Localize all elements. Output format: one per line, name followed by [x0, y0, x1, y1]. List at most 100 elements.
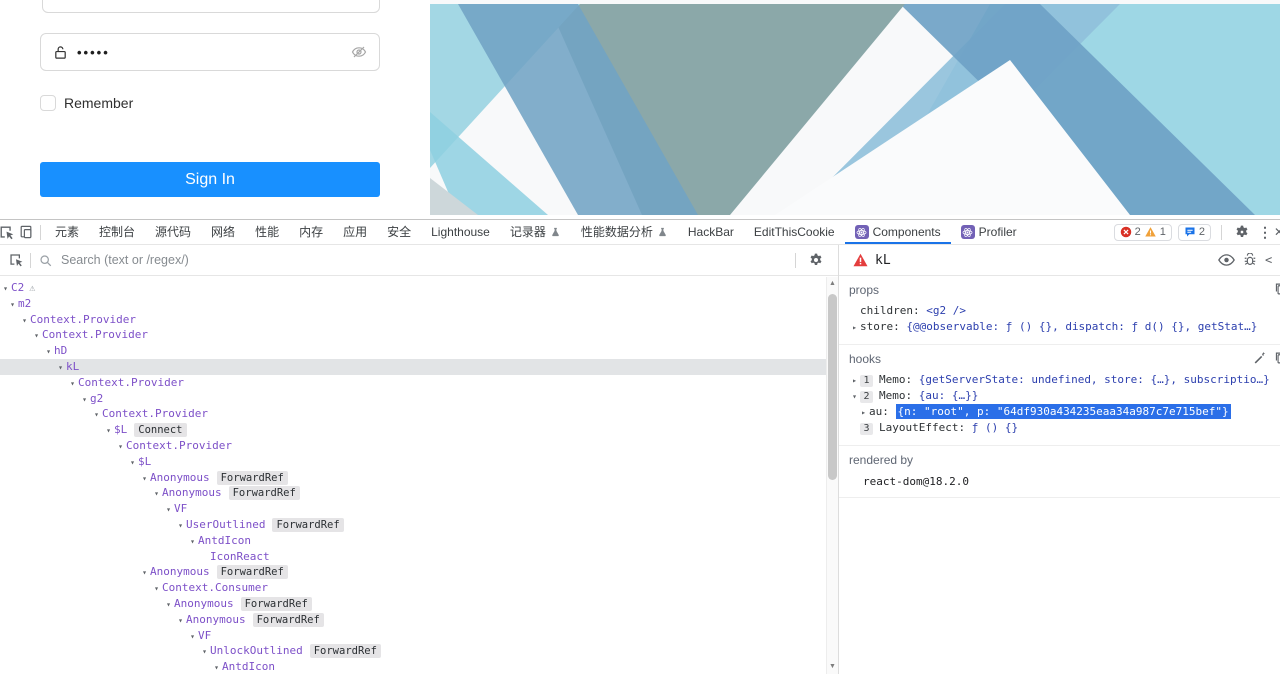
expand-arrow-icon[interactable]: ▸	[858, 405, 869, 420]
issues-badge[interactable]: 2 1	[1114, 224, 1172, 241]
eye-invisible-icon[interactable]	[351, 44, 367, 60]
tree-row[interactable]: ▾$L	[0, 454, 838, 470]
tree-row[interactable]: ▾UserOutlinedForwardRef	[0, 517, 838, 533]
devtools-tab[interactable]: Lighthouse	[421, 220, 500, 244]
expand-arrow-icon[interactable]: ▸	[849, 373, 860, 388]
tree-row[interactable]: ▾Context.Provider	[0, 327, 838, 343]
tree-row[interactable]: ▾hD	[0, 343, 838, 359]
tree-row[interactable]: ▾AnonymousForwardRef	[0, 564, 838, 580]
tree-row[interactable]: ▾g2	[0, 391, 838, 407]
hook-row[interactable]: ▸au: {n: "root", p: "64df930a434235eaa34…	[849, 404, 1280, 420]
expand-arrow-icon[interactable]: ▾	[175, 518, 186, 534]
tree-row[interactable]: ▾AnonymousForwardRef	[0, 596, 838, 612]
tree-row[interactable]: ▾AnonymousForwardRef	[0, 612, 838, 628]
devtools-tab[interactable]: HackBar	[678, 220, 744, 244]
device-toolbar-icon[interactable]	[16, 220, 36, 244]
magic-wand-icon[interactable]	[1253, 351, 1266, 365]
tree-row[interactable]: ▾AnonymousForwardRef	[0, 470, 838, 486]
messages-badge[interactable]: 2	[1178, 224, 1211, 241]
copy-icon[interactable]	[1274, 282, 1280, 296]
tree-row[interactable]: ▾C2⚠	[0, 280, 838, 296]
remember-checkbox[interactable]	[40, 95, 56, 111]
tree-row[interactable]: IconReact	[0, 549, 838, 565]
expand-arrow-icon[interactable]: ▾	[199, 644, 210, 660]
expand-arrow-icon[interactable]: ▾	[127, 455, 138, 471]
expand-arrow-icon[interactable]: ▾	[103, 423, 114, 439]
hook-row[interactable]: 3LayoutEffect: ƒ () {}	[849, 420, 1280, 436]
components-settings-gear-icon[interactable]	[806, 248, 826, 272]
devtools-tab[interactable]: 元素	[45, 220, 89, 244]
search-input[interactable]	[61, 253, 791, 267]
devtools-tab[interactable]: Components	[845, 220, 951, 244]
devtools-tab[interactable]: 记录器	[500, 220, 571, 244]
copy-icon[interactable]	[1274, 351, 1280, 365]
tree-row[interactable]: ▾VF	[0, 501, 838, 517]
expand-arrow-icon[interactable]: ▾	[43, 344, 54, 360]
expand-arrow-icon[interactable]: ▸	[849, 320, 860, 335]
tree-row[interactable]: ▾UnlockOutlinedForwardRef	[0, 643, 838, 659]
inspect-element-icon[interactable]	[0, 220, 16, 244]
devtools-tab[interactable]: 性能	[245, 220, 289, 244]
devtools-tab[interactable]: 安全	[377, 220, 421, 244]
expand-arrow-icon[interactable]: ▾	[163, 502, 174, 518]
tree-row[interactable]: ▾$LConnect	[0, 422, 838, 438]
tree-row[interactable]: ▾AnonymousForwardRef	[0, 485, 838, 501]
hook-row[interactable]: ▸1Memo: {getServerState: undefined, stor…	[849, 372, 1280, 388]
expand-arrow-icon[interactable]: ▾	[151, 581, 162, 597]
tree-row[interactable]: ▾AntdIcon	[0, 659, 838, 673]
view-source-icon[interactable]: <>	[1265, 253, 1272, 267]
devtools-tab[interactable]: 控制台	[89, 220, 145, 244]
expand-arrow-icon[interactable]: ▾	[55, 360, 66, 376]
tree-row[interactable]: ▾Context.Provider	[0, 406, 838, 422]
tree-row[interactable]: ▾Context.Provider	[0, 438, 838, 454]
tree-row[interactable]: ▾Context.Consumer	[0, 580, 838, 596]
devtools-tab[interactable]: 应用	[333, 220, 377, 244]
expand-arrow-icon[interactable]: ▾	[19, 313, 30, 329]
tree-row[interactable]: ▾Context.Provider	[0, 312, 838, 328]
renderer-version[interactable]: react-dom@18.2.0	[849, 475, 1280, 488]
expand-arrow-icon[interactable]: ▾	[139, 565, 150, 581]
password-input[interactable]: •••••	[40, 33, 380, 71]
expand-arrow-icon[interactable]: ▾	[79, 392, 90, 408]
expand-arrow-icon[interactable]: ▾	[139, 471, 150, 487]
tree-scrollbar[interactable]: ▲ ▼	[826, 277, 838, 674]
expand-arrow-icon[interactable]: ▾	[115, 439, 126, 455]
expand-arrow-icon[interactable]: ▾	[175, 613, 186, 629]
devtools-tab[interactable]: 性能数据分析	[571, 220, 678, 244]
expand-arrow-icon[interactable]: ▾	[187, 534, 198, 550]
devtools-tab[interactable]: 网络	[201, 220, 245, 244]
devtools-tab[interactable]: 源代码	[145, 220, 201, 244]
close-icon[interactable]: ✕	[1274, 225, 1280, 239]
tree-row[interactable]: ▾VF	[0, 628, 838, 644]
scroll-up-icon[interactable]: ▲	[827, 279, 838, 289]
inspect-component-icon[interactable]	[6, 248, 26, 272]
expand-arrow-icon[interactable]: ▾	[151, 486, 162, 502]
expand-arrow-icon[interactable]: ▾	[163, 597, 174, 613]
tree-row[interactable]: ▾m2	[0, 296, 838, 312]
tree-row[interactable]: ▾kL	[0, 359, 838, 375]
log-bug-icon[interactable]	[1243, 253, 1257, 267]
inspect-dom-eye-icon[interactable]	[1218, 253, 1235, 267]
devtools-tab[interactable]: Profiler	[951, 220, 1027, 244]
tree-row[interactable]: ▾Context.Provider	[0, 375, 838, 391]
expand-arrow-icon[interactable]: ▾	[31, 328, 42, 344]
scroll-down-icon[interactable]: ▼	[827, 662, 838, 672]
devtools-tab[interactable]: 内存	[289, 220, 333, 244]
expand-arrow-icon[interactable]: ▾	[187, 629, 198, 645]
tree-row[interactable]: ▾AntdIcon	[0, 533, 838, 549]
scrollbar-thumb[interactable]	[828, 294, 837, 480]
username-input[interactable]	[42, 0, 380, 13]
expand-arrow-icon[interactable]: ▾	[0, 281, 11, 297]
devtools-tab[interactable]: EditThisCookie	[744, 220, 845, 244]
hook-row[interactable]: ▾2Memo: {au: {…}}	[849, 388, 1280, 404]
settings-gear-icon[interactable]	[1232, 220, 1252, 244]
prop-row[interactable]: children: <g2 />	[849, 303, 1280, 319]
expand-arrow-icon[interactable]: ▾	[91, 407, 102, 423]
prop-row[interactable]: ▸store: {@@observable: ƒ () {}, dispatch…	[849, 319, 1280, 335]
expand-arrow-icon[interactable]: ▾	[211, 660, 222, 673]
expand-arrow-icon[interactable]: ▾	[7, 297, 18, 313]
expand-arrow-icon[interactable]: ▾	[849, 389, 860, 404]
expand-arrow-icon[interactable]: ▾	[67, 376, 78, 392]
sign-in-button[interactable]: Sign In	[40, 162, 380, 197]
kebab-menu-icon[interactable]: ⋮	[1258, 224, 1268, 241]
